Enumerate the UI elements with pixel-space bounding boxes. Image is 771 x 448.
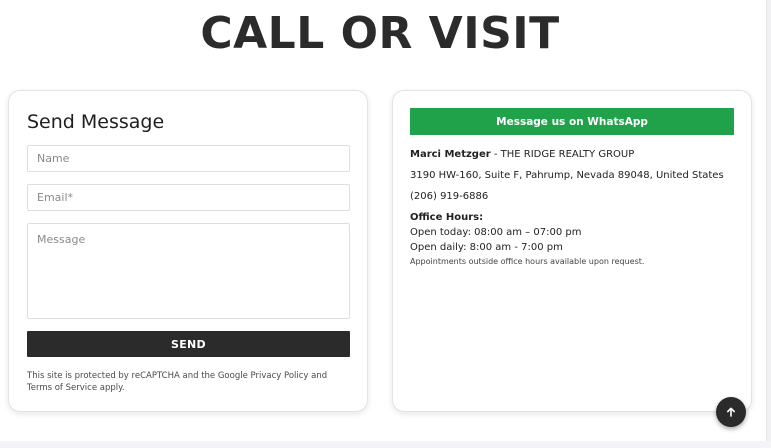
whatsapp-button[interactable]: Message us on WhatsApp bbox=[410, 108, 734, 135]
scrollbar-track[interactable] bbox=[766, 0, 771, 448]
send-button[interactable]: SEND bbox=[27, 331, 350, 357]
company-name: THE RIDGE REALTY GROUP bbox=[500, 149, 635, 160]
hours-daily: Open daily: 8:00 am - 7:00 pm bbox=[410, 242, 563, 253]
send-message-card: Send Message SEND This site is protected… bbox=[8, 90, 368, 412]
agent-separator: - bbox=[490, 149, 501, 160]
email-input[interactable] bbox=[27, 184, 350, 211]
agent-line: Marci Metzger - THE RIDGE REALTY GROUP bbox=[410, 149, 740, 160]
scroll-to-top-button[interactable] bbox=[716, 397, 746, 427]
hours-today: Open today: 08:00 am – 07:00 pm bbox=[410, 227, 582, 238]
page: CALL OR VISIT Send Message SEND This sit… bbox=[0, 0, 771, 448]
form-title: Send Message bbox=[27, 111, 165, 133]
agent-name: Marci Metzger bbox=[410, 149, 491, 160]
page-headline: CALL OR VISIT bbox=[200, 8, 560, 59]
recaptcha-notice: This site is protected by reCAPTCHA and … bbox=[27, 371, 328, 393]
bottom-divider bbox=[0, 441, 771, 448]
address: 3190 HW-160, Suite F, Pahrump, Nevada 89… bbox=[410, 170, 724, 181]
arrow-up-icon bbox=[727, 407, 735, 417]
contact-info-card: Message us on WhatsApp Marci Metzger - T… bbox=[392, 90, 752, 412]
name-input[interactable] bbox=[27, 145, 350, 172]
office-hours-label: Office Hours: bbox=[410, 212, 484, 223]
message-textarea[interactable] bbox=[27, 223, 350, 319]
phone-number: (206) 919-6886 bbox=[410, 191, 489, 202]
hours-note: Appointments outside office hours availa… bbox=[410, 257, 645, 266]
